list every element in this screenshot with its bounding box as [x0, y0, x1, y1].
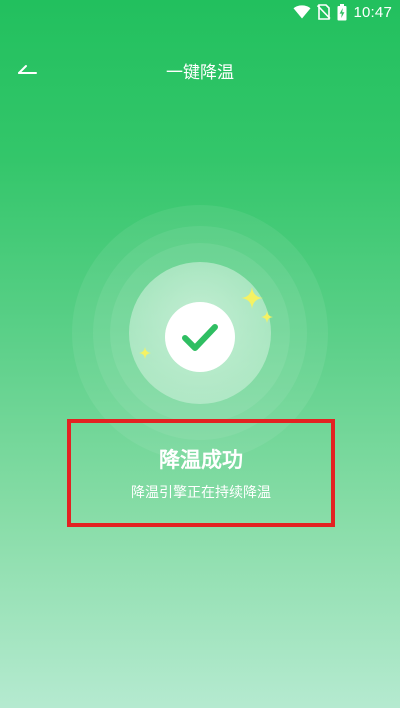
cooling-result-screen: 10:47 一键降温 降温成功 降温引擎正在持续降温 — [0, 0, 400, 708]
sparkle-icon — [241, 287, 263, 309]
status-bar: 10:47 — [0, 0, 400, 26]
sparkle-icon — [261, 311, 273, 323]
battery-charging-icon — [337, 3, 347, 20]
success-check-badge — [165, 302, 235, 372]
result-title: 降温成功 — [159, 448, 243, 472]
app-bar: 一键降温 — [0, 48, 400, 92]
wifi-icon — [293, 5, 311, 19]
status-time: 10:47 — [353, 3, 392, 21]
check-icon — [182, 324, 218, 351]
result-subtitle: 降温引擎正在持续降温 — [131, 485, 271, 501]
sparkle-icon — [139, 347, 151, 359]
status-icons: 10:47 — [293, 2, 392, 22]
page-title: 一键降温 — [166, 63, 234, 83]
result-highlight-box: 降温成功 降温引擎正在持续降温 — [67, 419, 335, 527]
no-sim-icon — [317, 4, 332, 20]
